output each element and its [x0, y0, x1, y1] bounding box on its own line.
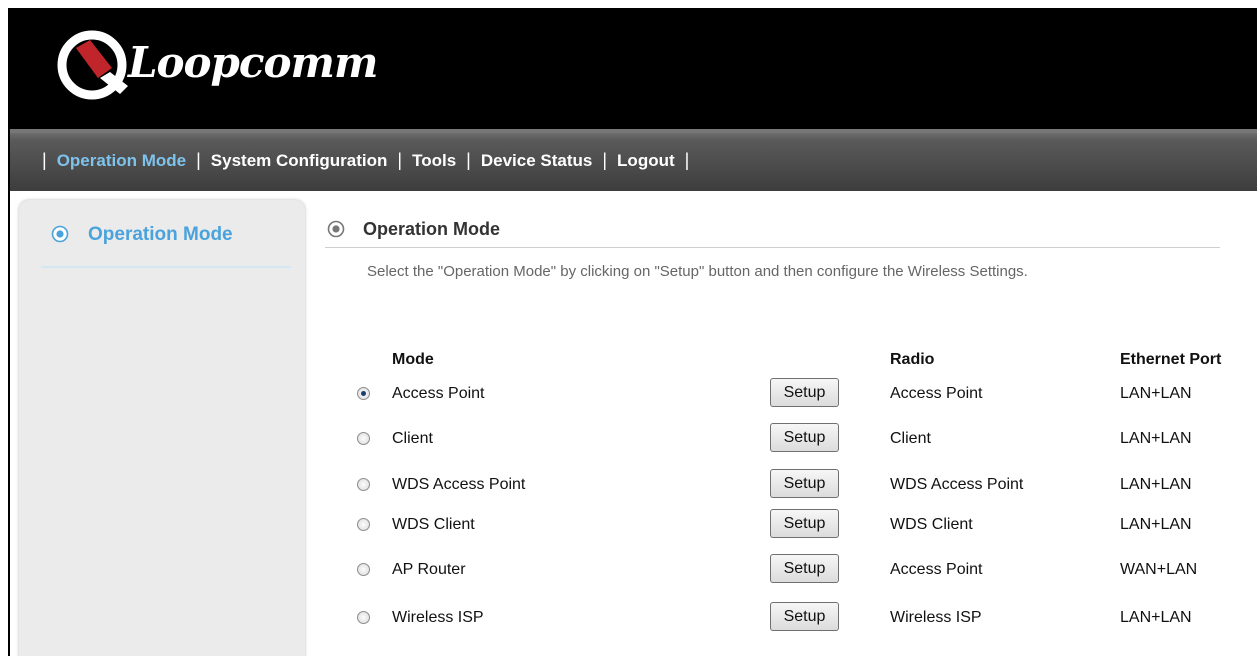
section-header: Operation Mode	[325, 213, 1220, 248]
radio-bullet-icon	[327, 220, 345, 238]
setup-button[interactable]: Setup	[770, 423, 839, 452]
sidebar: Operation Mode	[19, 200, 305, 656]
radio-type: Access Point	[890, 385, 983, 402]
header-mode: Mode	[392, 351, 434, 368]
header-banner: Loopcomm	[10, 8, 1257, 129]
radio-type: WDS Client	[890, 516, 973, 533]
mode-name: Wireless ISP	[392, 609, 484, 626]
nav-separator: |	[196, 150, 201, 170]
nav-device-status[interactable]: Device Status	[481, 151, 593, 171]
section-title: Operation Mode	[363, 219, 501, 239]
ethernet-port: LAN+LAN	[1120, 609, 1192, 626]
nav-separator: |	[466, 150, 471, 170]
mode-radio-access-point[interactable]	[357, 387, 370, 400]
nav-separator: |	[397, 150, 403, 170]
mode-name: Access Point	[392, 385, 485, 402]
nav-operation-mode[interactable]: Operation Mode	[57, 151, 186, 171]
mode-name: Client	[392, 430, 433, 447]
mode-name: WDS Access Point	[392, 476, 526, 493]
nav-tools[interactable]: Tools	[412, 151, 456, 171]
mode-name: AP Router	[392, 561, 466, 578]
header-ethernet: Ethernet Port	[1120, 351, 1222, 368]
radio-type: WDS Access Point	[890, 476, 1024, 493]
setup-button[interactable]: Setup	[770, 378, 839, 407]
setup-button[interactable]: Setup	[770, 509, 839, 538]
ethernet-port: WAN+LAN	[1120, 561, 1198, 578]
setup-button[interactable]: Setup	[770, 602, 839, 631]
setup-button[interactable]: Setup	[770, 554, 839, 583]
top-nav: | Operation Mode | System Configuration …	[10, 129, 1257, 191]
brand-name: Loopcomm	[128, 38, 378, 87]
radio-type: Wireless ISP	[890, 609, 982, 626]
sidebar-item-label: Operation Mode	[88, 224, 233, 245]
ethernet-port: LAN+LAN	[1120, 430, 1192, 447]
mode-name: WDS Client	[392, 516, 475, 533]
page-frame: Loopcomm | Operation Mode | System Confi…	[8, 8, 1257, 656]
mode-radio-wds-access-point[interactable]	[357, 478, 370, 491]
nav-logout[interactable]: Logout	[617, 151, 675, 171]
nav-separator: |	[42, 150, 47, 170]
nav-system-configuration[interactable]: System Configuration	[211, 151, 388, 171]
radio-type: Client	[890, 430, 931, 447]
header-radio: Radio	[890, 351, 935, 368]
mode-radio-client[interactable]	[357, 432, 370, 445]
radio-type: Access Point	[890, 561, 983, 578]
nav-separator: |	[602, 150, 608, 170]
mode-radio-ap-router[interactable]	[357, 563, 370, 576]
ethernet-port: LAN+LAN	[1120, 385, 1192, 402]
ethernet-port: LAN+LAN	[1120, 516, 1192, 533]
ethernet-port: LAN+LAN	[1120, 476, 1192, 493]
section-description: Select the "Operation Mode" by clicking …	[367, 263, 1028, 280]
mode-radio-wds-client[interactable]	[357, 518, 370, 531]
setup-button[interactable]: Setup	[770, 469, 839, 498]
loopcomm-logo-icon	[57, 30, 128, 100]
nav-separator: |	[684, 150, 690, 170]
sidebar-item-operation-mode[interactable]: Operation Mode	[41, 218, 291, 268]
mode-radio-wireless-isp[interactable]	[357, 611, 370, 624]
radio-bullet-icon	[51, 225, 69, 243]
